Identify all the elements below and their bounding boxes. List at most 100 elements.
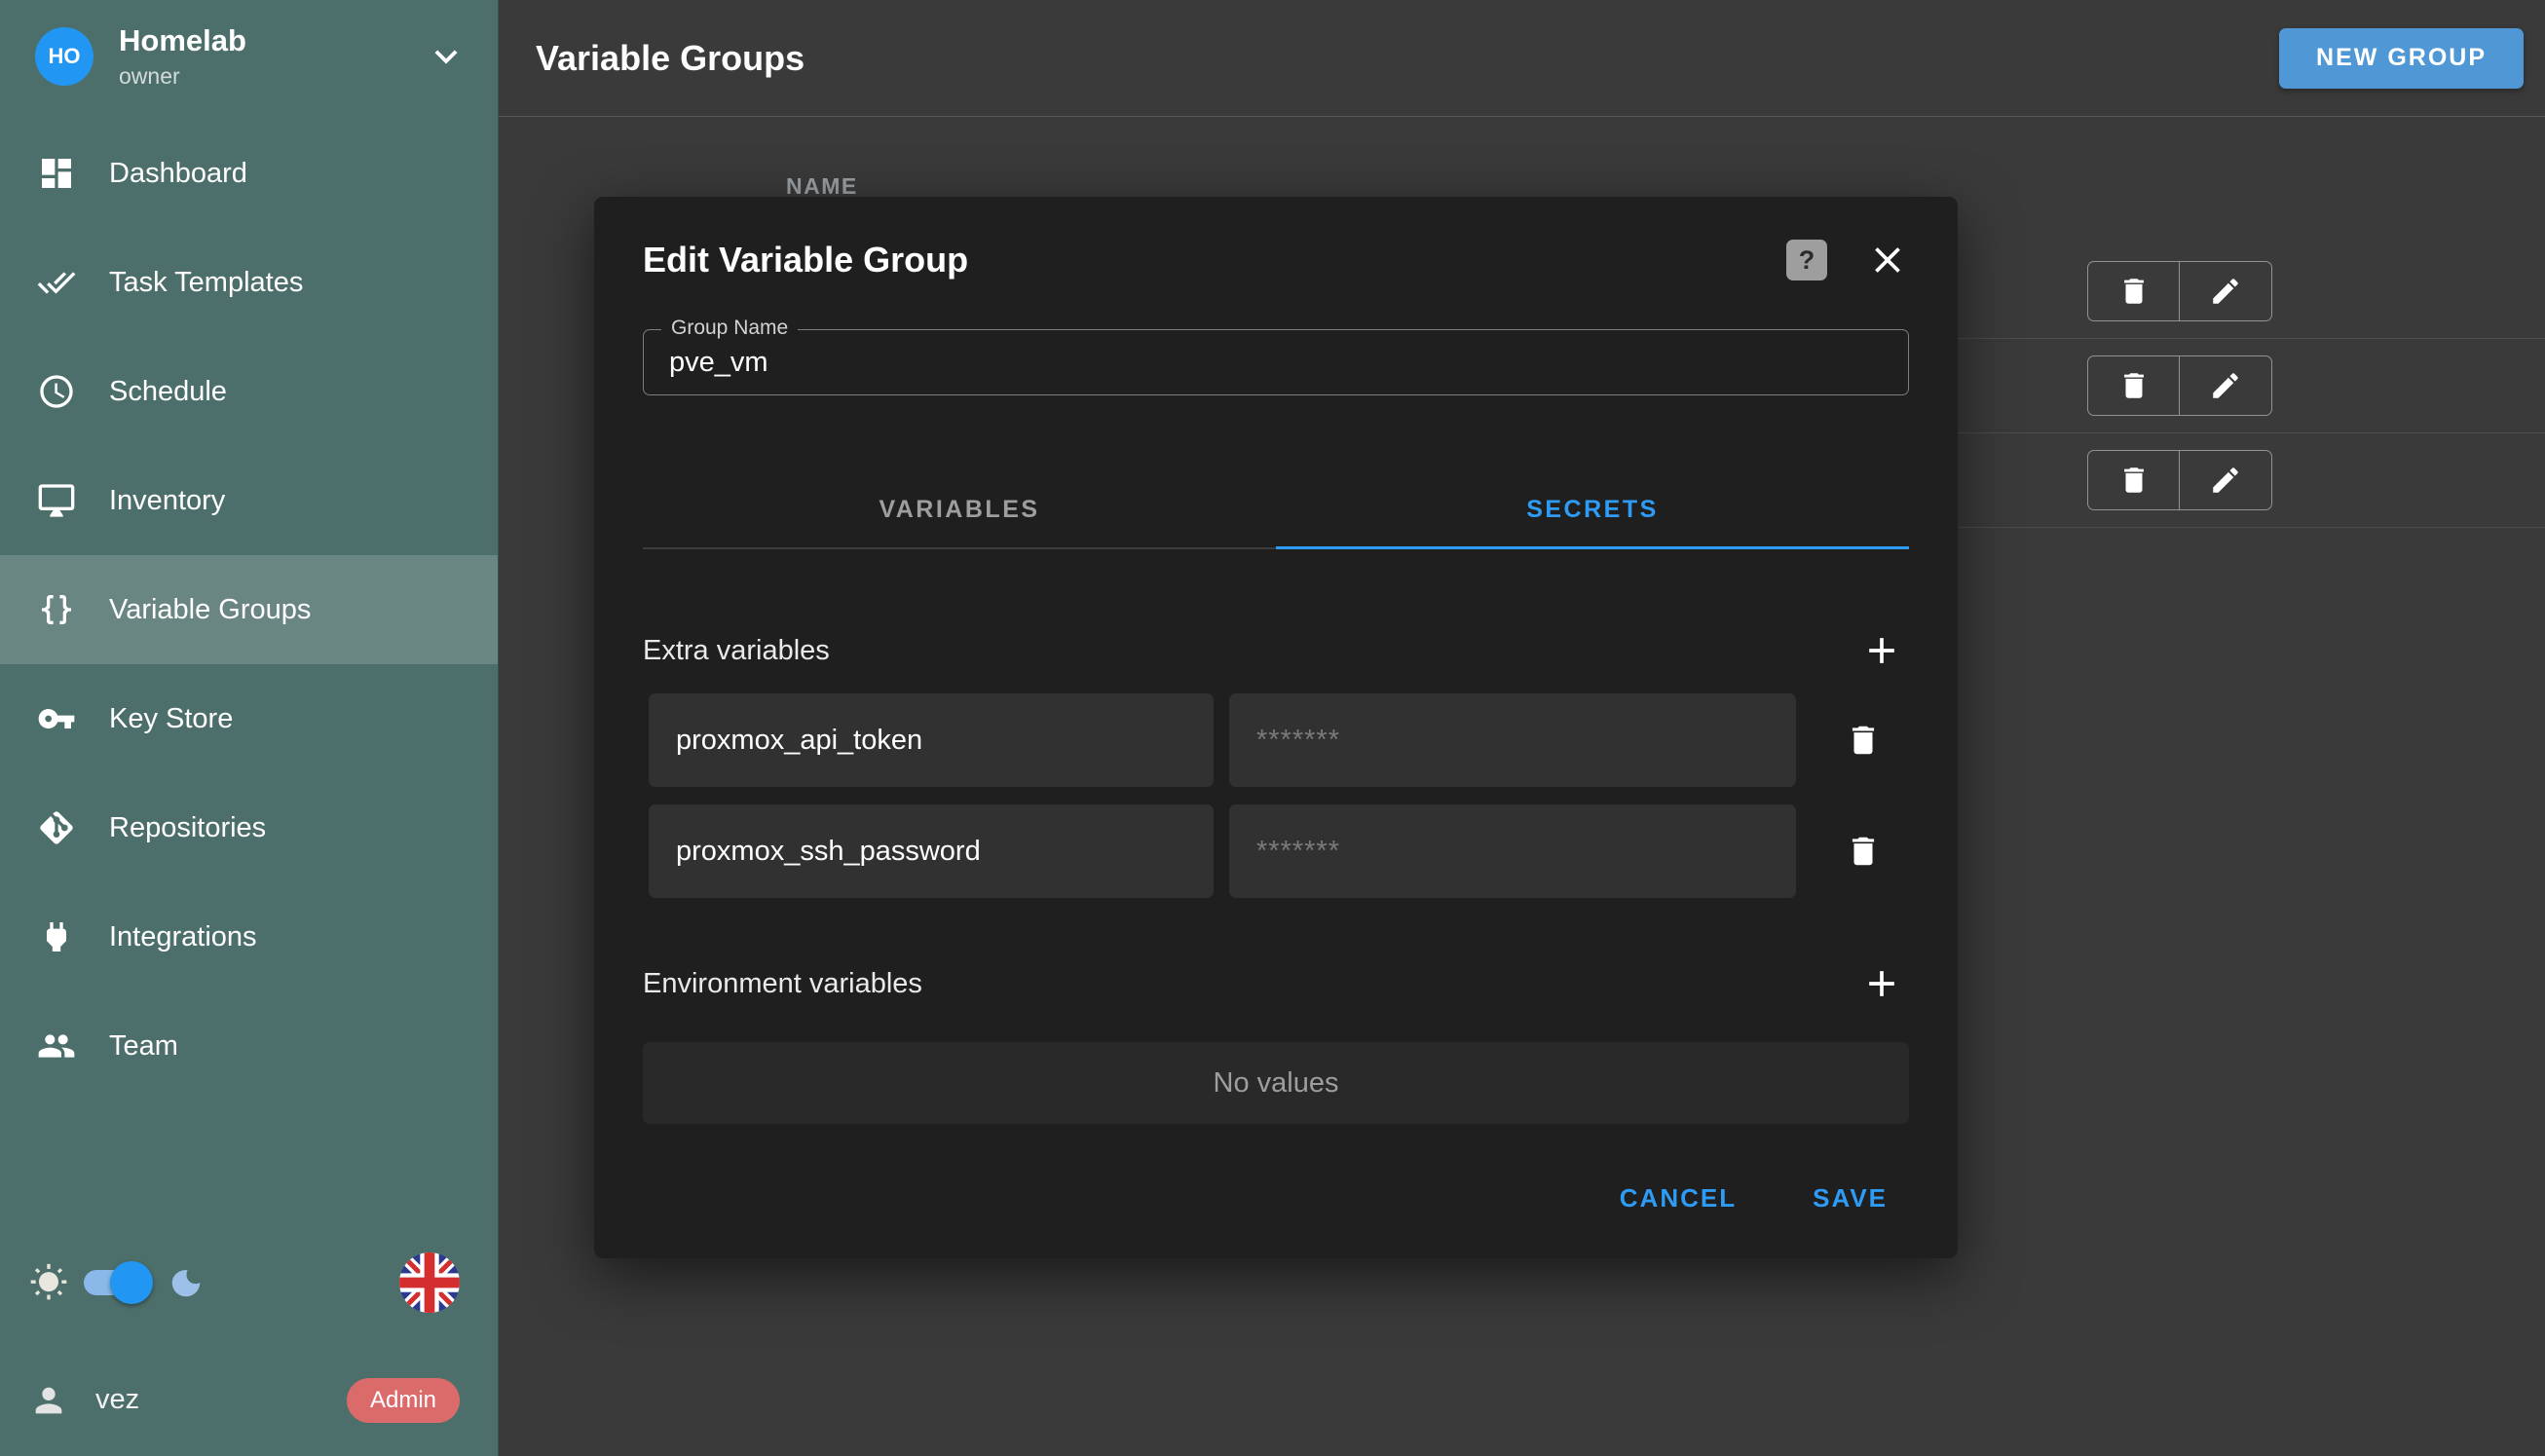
modal-tabs: VARIABLES SECRETS	[643, 471, 1909, 549]
trash-icon	[1845, 722, 1882, 759]
tab-secrets[interactable]: SECRETS	[1276, 471, 1909, 547]
row-actions	[2087, 261, 2272, 321]
person-icon	[29, 1381, 68, 1420]
key-store-icon	[37, 699, 76, 738]
theme-row	[0, 1239, 499, 1326]
close-button[interactable]	[1866, 239, 1909, 281]
add-extra-variable-button[interactable]	[1858, 627, 1905, 674]
org-switcher[interactable]: HO Homelab owner	[0, 0, 498, 109]
trash-icon	[2117, 464, 2151, 497]
delete-variable-button[interactable]	[1845, 833, 1882, 870]
sidebar-item-label: Schedule	[109, 376, 227, 408]
sidebar-menu: Dashboard Task Templates Schedule Invent…	[0, 119, 498, 1101]
sidebar-item-inventory[interactable]: Inventory	[0, 446, 498, 555]
delete-variable-button[interactable]	[1845, 722, 1882, 759]
team-icon	[37, 1027, 76, 1065]
sidebar-item-team[interactable]: Team	[0, 991, 498, 1101]
row-actions	[2087, 355, 2272, 416]
delete-button[interactable]	[2087, 355, 2180, 416]
variable-value-input[interactable]	[1229, 725, 1796, 757]
sidebar-item-task-templates[interactable]: Task Templates	[0, 228, 498, 337]
variable-name-input[interactable]	[649, 836, 1214, 868]
environment-variables-section-header: Environment variables	[643, 960, 1909, 1007]
variable-value-field	[1229, 693, 1796, 787]
delete-button[interactable]	[2087, 261, 2180, 321]
save-button[interactable]: SAVE	[1791, 1169, 1909, 1227]
schedule-icon	[37, 372, 76, 411]
no-values-placeholder: No values	[643, 1042, 1909, 1124]
sidebar-item-schedule[interactable]: Schedule	[0, 337, 498, 446]
chevron-down-icon[interactable]	[424, 34, 468, 79]
theme-toggle-knob	[110, 1261, 153, 1304]
modal-title: Edit Variable Group	[643, 240, 968, 280]
edit-button[interactable]	[2180, 355, 2272, 416]
cancel-button[interactable]: CANCEL	[1598, 1169, 1758, 1227]
close-icon	[1866, 239, 1909, 281]
sidebar-item-dashboard[interactable]: Dashboard	[0, 119, 498, 228]
variable-groups-icon	[37, 590, 76, 629]
row-actions	[2087, 450, 2272, 510]
extra-variables-section-header: Extra variables	[643, 627, 1909, 674]
sidebar-item-label: Key Store	[109, 703, 233, 735]
trash-icon	[2117, 369, 2151, 402]
trash-icon	[1845, 833, 1882, 870]
environment-variables-label: Environment variables	[643, 968, 922, 1000]
sidebar-item-label: Variable Groups	[109, 594, 311, 626]
uk-flag[interactable]	[399, 1252, 460, 1313]
plus-icon	[1860, 962, 1903, 1005]
variable-name-field	[649, 804, 1214, 898]
theme-toggle[interactable]	[84, 1270, 148, 1295]
group-name-field: Group Name	[643, 329, 1909, 395]
main-header: Variable Groups NEW GROUP	[499, 0, 2545, 117]
plus-icon	[1860, 629, 1903, 672]
variable-row	[643, 804, 1909, 898]
modal-actions: CANCEL SAVE	[643, 1169, 1909, 1227]
sidebar: HO Homelab owner Dashboard Task Template…	[0, 0, 499, 1456]
sidebar-item-label: Dashboard	[109, 158, 247, 190]
org-text: Homelab owner	[119, 23, 246, 90]
sidebar-item-variable-groups[interactable]: Variable Groups	[0, 555, 498, 664]
dashboard-icon	[37, 154, 76, 193]
group-name-label: Group Name	[661, 317, 798, 340]
pencil-icon	[2209, 369, 2242, 402]
sidebar-item-key-store[interactable]: Key Store	[0, 664, 498, 773]
modal-header: Edit Variable Group ?	[643, 238, 1909, 282]
pencil-icon	[2209, 464, 2242, 497]
table-header-name: NAME	[786, 173, 858, 200]
add-environment-variable-button[interactable]	[1858, 960, 1905, 1007]
admin-badge: Admin	[347, 1378, 460, 1423]
page-title: Variable Groups	[536, 38, 805, 79]
variable-name-field	[649, 693, 1214, 787]
delete-button[interactable]	[2087, 450, 2180, 510]
sun-icon	[29, 1263, 68, 1302]
help-button[interactable]: ?	[1786, 240, 1827, 280]
sidebar-item-label: Repositories	[109, 812, 266, 844]
edit-button[interactable]	[2180, 450, 2272, 510]
sidebar-item-repositories[interactable]: Repositories	[0, 773, 498, 882]
org-role: owner	[119, 63, 246, 90]
variable-row	[643, 693, 1909, 787]
group-name-input[interactable]	[644, 330, 1908, 394]
extra-variables-label: Extra variables	[643, 635, 830, 667]
pencil-icon	[2209, 275, 2242, 308]
org-name: Homelab	[119, 23, 246, 58]
task-templates-icon	[37, 263, 76, 302]
inventory-icon	[37, 481, 76, 520]
user-row[interactable]: vez Admin	[0, 1354, 499, 1456]
edit-button[interactable]	[2180, 261, 2272, 321]
repositories-icon	[37, 808, 76, 847]
tab-variables[interactable]: VARIABLES	[643, 471, 1276, 547]
variable-name-input[interactable]	[649, 725, 1214, 757]
trash-icon	[2117, 275, 2151, 308]
variable-value-field	[1229, 804, 1796, 898]
sidebar-item-label: Inventory	[109, 485, 225, 517]
user-name: vez	[95, 1384, 139, 1416]
moon-icon	[168, 1264, 205, 1301]
sidebar-item-integrations[interactable]: Integrations	[0, 882, 498, 991]
integrations-icon	[37, 917, 76, 956]
sidebar-item-label: Integrations	[109, 921, 257, 953]
new-group-button[interactable]: NEW GROUP	[2279, 28, 2524, 89]
sidebar-item-label: Task Templates	[109, 267, 303, 299]
sidebar-item-label: Team	[109, 1030, 178, 1063]
variable-value-input[interactable]	[1229, 836, 1796, 868]
